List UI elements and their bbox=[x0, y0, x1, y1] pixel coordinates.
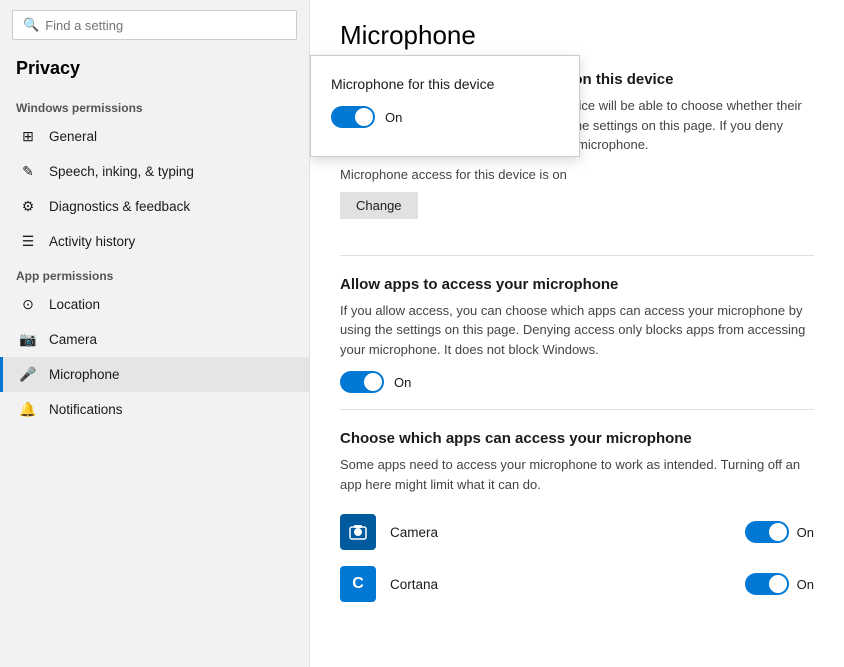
popup-toggle[interactable] bbox=[331, 106, 375, 128]
cortana-app-name: Cortana bbox=[390, 577, 745, 592]
location-icon: ⊙ bbox=[19, 296, 37, 313]
general-icon: ⊞ bbox=[19, 128, 37, 145]
sidebar-item-label: Location bbox=[49, 297, 100, 312]
activity-icon: ☰ bbox=[19, 233, 37, 250]
apps-toggle-row: On bbox=[340, 371, 814, 393]
sidebar-item-label: Activity history bbox=[49, 234, 135, 249]
sidebar: 🔍 Privacy Windows permissions ⊞ General … bbox=[0, 0, 310, 667]
windows-permissions-label: Windows permissions bbox=[0, 91, 309, 119]
apps-desc: If you allow access, you can choose whic… bbox=[340, 301, 814, 360]
camera-toggle-label: On bbox=[797, 525, 814, 540]
sidebar-item-activity[interactable]: ☰ Activity history bbox=[0, 224, 309, 259]
divider-2 bbox=[340, 409, 814, 410]
divider-1 bbox=[340, 255, 814, 256]
microphone-nav-icon: 🎤 bbox=[19, 366, 37, 383]
app-permissions-label: App permissions bbox=[0, 259, 309, 287]
apps-toggle[interactable] bbox=[340, 371, 384, 393]
app-row-camera: Camera On bbox=[340, 506, 814, 558]
choose-heading: Choose which apps can access your microp… bbox=[340, 430, 814, 447]
choose-section: Choose which apps can access your microp… bbox=[340, 430, 814, 610]
search-box[interactable]: 🔍 bbox=[12, 10, 297, 40]
sidebar-item-label: Notifications bbox=[49, 402, 123, 417]
camera-app-toggle[interactable] bbox=[745, 521, 789, 543]
camera-app-icon bbox=[340, 514, 376, 550]
camera-nav-icon: 📷 bbox=[19, 331, 37, 348]
speech-icon: ✎ bbox=[19, 163, 37, 180]
sidebar-item-label: General bbox=[49, 129, 97, 144]
sidebar-item-label: Microphone bbox=[49, 367, 120, 382]
popup-toggle-row: On bbox=[331, 106, 559, 128]
sidebar-item-location[interactable]: ⊙ Location bbox=[0, 287, 309, 322]
apps-section: Allow apps to access your microphone If … bbox=[340, 276, 814, 394]
device-status: Microphone access for this device is on bbox=[340, 167, 814, 182]
popup-toggle-label: On bbox=[385, 110, 402, 125]
diagnostics-icon: ⚙ bbox=[19, 198, 37, 215]
sidebar-item-label: Speech, inking, & typing bbox=[49, 164, 194, 179]
search-input[interactable] bbox=[45, 18, 286, 33]
page-title: Microphone bbox=[340, 20, 814, 51]
sidebar-title: Privacy bbox=[0, 50, 309, 91]
notifications-nav-icon: 🔔 bbox=[19, 401, 37, 418]
popup-title: Microphone for this device bbox=[331, 76, 559, 92]
change-button[interactable]: Change bbox=[340, 192, 418, 219]
sidebar-item-speech[interactable]: ✎ Speech, inking, & typing bbox=[0, 154, 309, 189]
app-row-cortana: C Cortana On bbox=[340, 558, 814, 610]
camera-app-name: Camera bbox=[390, 525, 745, 540]
microphone-device-popup: Microphone for this device On bbox=[310, 55, 580, 157]
search-icon: 🔍 bbox=[23, 17, 39, 33]
cortana-toggle-row: On bbox=[745, 573, 814, 595]
camera-toggle-row: On bbox=[745, 521, 814, 543]
sidebar-item-camera[interactable]: 📷 Camera bbox=[0, 322, 309, 357]
sidebar-item-diagnostics[interactable]: ⚙ Diagnostics & feedback bbox=[0, 189, 309, 224]
cortana-toggle-label: On bbox=[797, 577, 814, 592]
choose-desc: Some apps need to access your microphone… bbox=[340, 455, 814, 494]
apps-heading: Allow apps to access your microphone bbox=[340, 276, 814, 293]
cortana-app-icon: C bbox=[340, 566, 376, 602]
sidebar-item-notifications[interactable]: 🔔 Notifications bbox=[0, 392, 309, 427]
sidebar-item-label: Camera bbox=[49, 332, 97, 347]
sidebar-item-label: Diagnostics & feedback bbox=[49, 199, 190, 214]
apps-toggle-label: On bbox=[394, 375, 411, 390]
cortana-app-toggle[interactable] bbox=[745, 573, 789, 595]
main-content: Microphone Microphone for this device On… bbox=[310, 0, 844, 667]
sidebar-item-microphone[interactable]: 🎤 Microphone bbox=[0, 357, 309, 392]
sidebar-item-general[interactable]: ⊞ General bbox=[0, 119, 309, 154]
